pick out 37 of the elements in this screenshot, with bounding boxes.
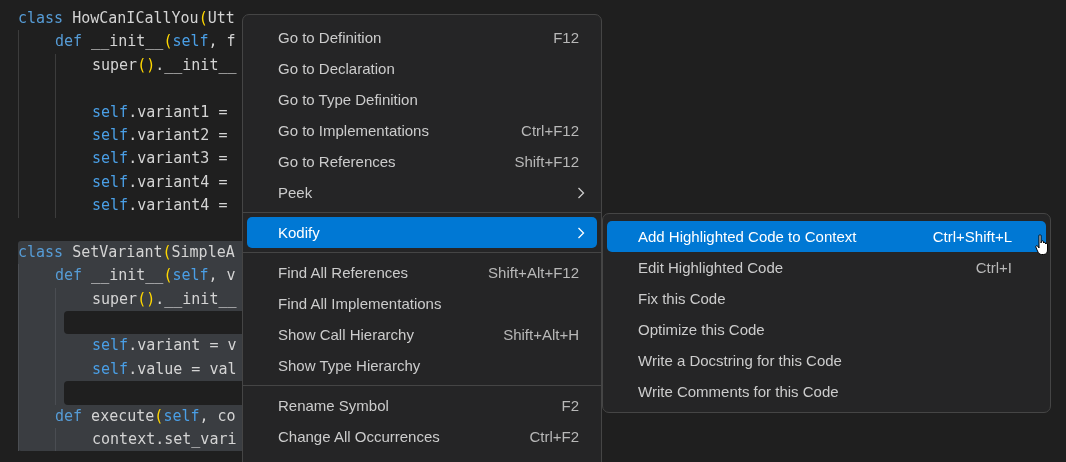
menu-item[interactable]: Show Type Hierarchy xyxy=(247,350,597,381)
code-line: super().__init__ xyxy=(92,54,237,76)
menu-item[interactable]: Fix this Code xyxy=(607,283,1046,314)
menu-item[interactable]: Show Call Hierarchy Shift+Alt+H xyxy=(247,319,597,350)
menu-item[interactable]: Write a Docstring for this Code xyxy=(607,345,1046,376)
code-line: def execute(self, co xyxy=(55,405,236,427)
menu-item[interactable]: Optimize this Code xyxy=(607,314,1046,345)
menu-item[interactable]: Go to Definition F12 xyxy=(247,22,597,53)
code-line: context.set_vari xyxy=(92,429,237,451)
menu-item[interactable]: Kodify xyxy=(247,217,597,248)
hand-cursor-icon xyxy=(1035,234,1050,256)
menu-item[interactable]: Edit Highlighted Code Ctrl+I xyxy=(607,252,1046,283)
chevron-right-icon xyxy=(577,186,585,199)
code-line: self.value = val xyxy=(92,358,237,380)
menu-item[interactable]: Go to References Shift+F12 xyxy=(247,146,597,177)
code-line: self.variant3 = xyxy=(92,148,228,170)
menu-item[interactable]: Add Highlighted Code to Context Ctrl+Shift+L xyxy=(607,221,1046,252)
code-line: class HowCanICallYou(Utt xyxy=(18,8,235,29)
code-line: self.variant = v xyxy=(92,335,237,357)
menu-item[interactable]: Peek xyxy=(247,177,597,208)
code-line: def __init__(self, f xyxy=(55,31,236,53)
code-line: class SetVariant(SimpleA xyxy=(18,241,235,263)
code-line: self.variant4 = xyxy=(92,195,228,217)
chevron-right-icon xyxy=(577,226,585,239)
menu-item[interactable]: Write Comments for this Code xyxy=(607,376,1046,407)
menu-item[interactable]: Go to Type Definition xyxy=(247,84,597,115)
menu-item[interactable]: Go to Declaration xyxy=(247,53,597,84)
menu-item[interactable]: Change All Occurrences Ctrl+F2 xyxy=(247,421,597,452)
code-line: self.variant4 = xyxy=(92,171,228,193)
menu-item[interactable]: Go to Implementations Ctrl+F12 xyxy=(247,115,597,146)
menu-item[interactable]: Find All References Shift+Alt+F12 xyxy=(247,257,597,288)
code-line: super().__init__ xyxy=(92,288,237,310)
menu-item[interactable]: Find All Implementations xyxy=(247,288,597,319)
code-line: self.variant2 = xyxy=(92,124,228,146)
code-line: self.variant1 = xyxy=(92,101,228,123)
menu-item[interactable]: Rename Symbol F2 xyxy=(247,390,597,421)
code-line: def __init__(self, v xyxy=(55,265,236,287)
